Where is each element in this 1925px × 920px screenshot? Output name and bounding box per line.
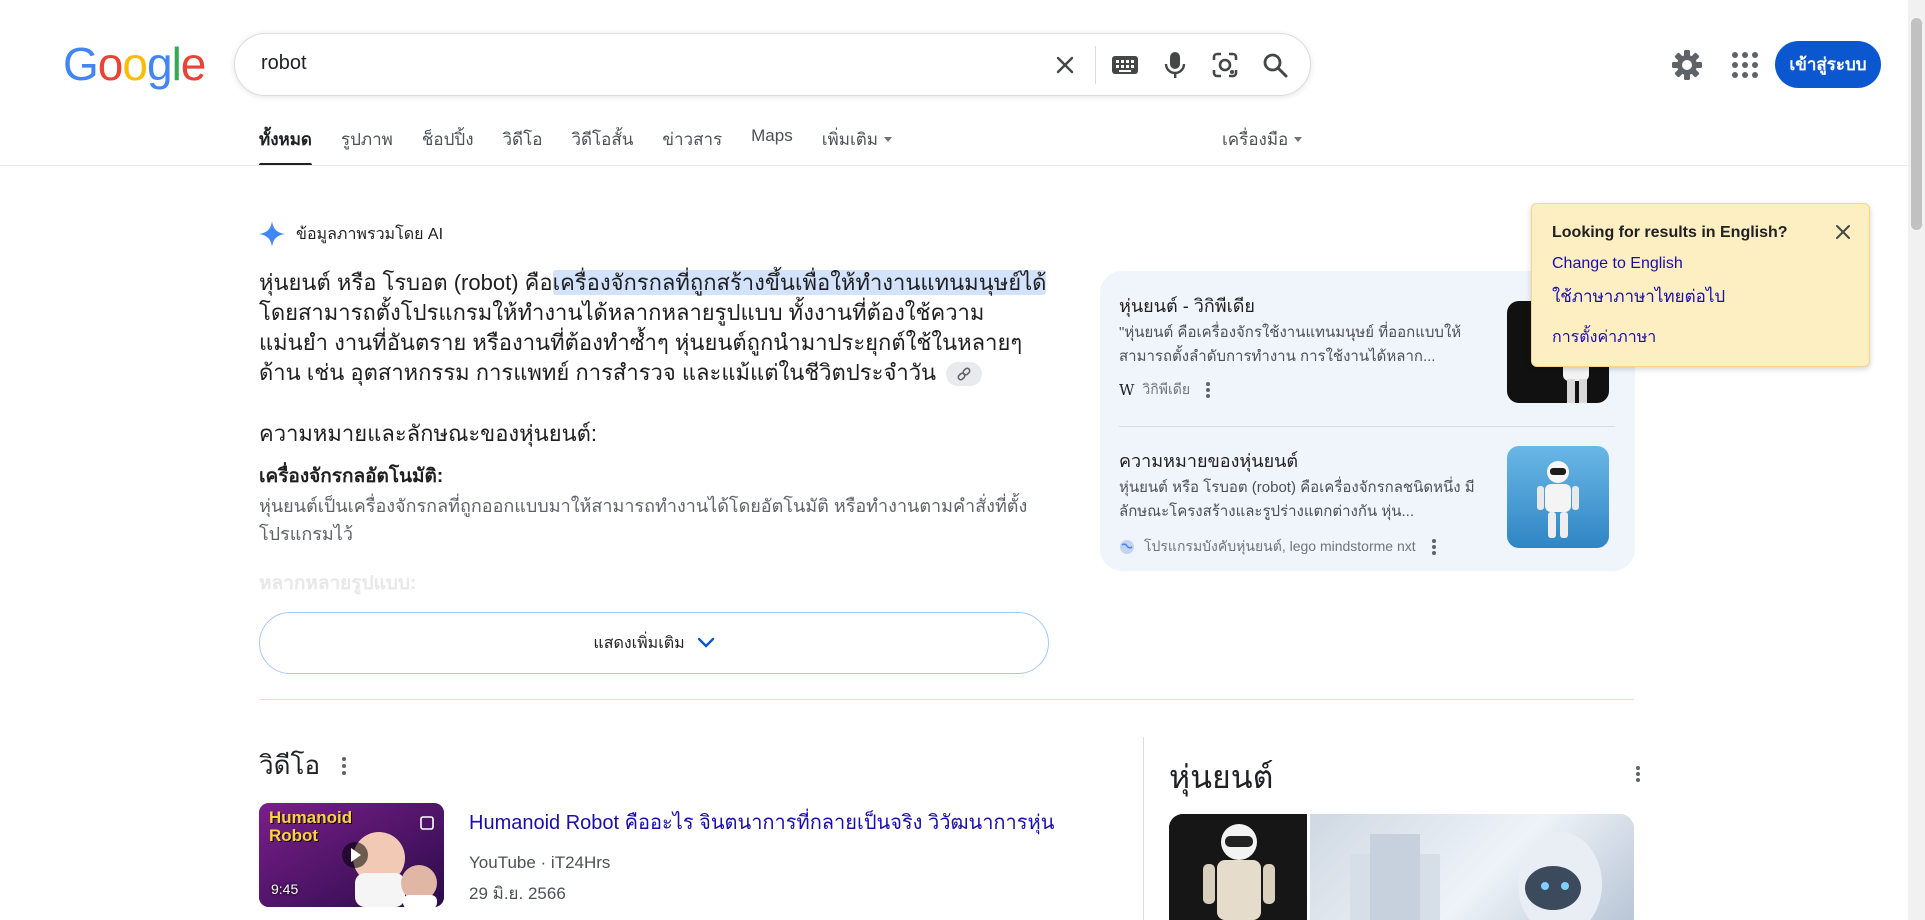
tab-all[interactable]: ทั้งหมด [259, 126, 312, 166]
knowledge-panel-image[interactable] [1169, 814, 1307, 920]
settings-gear-icon[interactable] [1670, 48, 1704, 82]
close-icon[interactable] [1833, 222, 1853, 242]
source-thumbnail[interactable] [1507, 446, 1609, 548]
video-thumb-text: Humanoid Robot [269, 808, 353, 845]
wikipedia-w-icon: W [1119, 381, 1135, 399]
clear-icon[interactable] [1049, 49, 1081, 81]
video-source: YouTube · iT24Hrs [469, 853, 611, 872]
source-link-chip[interactable] [946, 362, 983, 387]
more-options-icon[interactable] [1206, 382, 1211, 398]
tab-more[interactable]: เพิ่มเติม [822, 126, 892, 166]
more-options-icon[interactable] [1431, 539, 1436, 555]
tab-news[interactable]: ข่าวสาร [662, 126, 722, 166]
ai-para-highlight[interactable]: เครื่องจักรกลที่ถูกสร้างขึ้นเพื่อให้ทำงา… [552, 270, 1047, 295]
more-options-icon[interactable] [342, 756, 347, 775]
ai-bold-item: เครื่องจักรกลอัตโนมัติ: [259, 466, 444, 487]
language-popup-title: Looking for results in English? [1552, 224, 1788, 241]
header-divider [0, 165, 1925, 166]
logo-letter: o [122, 38, 148, 90]
video-title-link[interactable]: Humanoid Robot คืออะไร จินตนาการที่กลายเ… [469, 806, 1059, 838]
caret-down-icon [1294, 136, 1303, 142]
language-suggestion-popup: Looking for results in English? Change t… [1531, 203, 1870, 367]
source-site: โปรแกรมบังคับหุ่นยนต์, lego mindstorme n… [1144, 538, 1416, 554]
tab-maps[interactable]: Maps [751, 126, 793, 166]
search-box[interactable]: robot [234, 33, 1311, 96]
ai-para-rest: โดยสามารถตั้งโปรแกรมให้ทำงานได้หลากหลายร… [259, 300, 1023, 385]
column-divider [1143, 737, 1144, 920]
ai-overview-label: ข้อมูลภาพรวมโดย AI [259, 221, 443, 247]
search-input[interactable]: robot [261, 52, 307, 75]
ai-overview-paragraph: หุ่นยนต์ หรือ โรบอต (robot) คือเครื่องจั… [259, 268, 1049, 388]
keep-thai-link[interactable]: ใช้ภาษาภาษาไทยต่อไป [1552, 283, 1725, 310]
ai-para-intro: หุ่นยนต์ หรือ โรบอต (robot) คือ [259, 270, 553, 295]
section-divider [259, 699, 1634, 700]
apps-grid-icon[interactable] [1730, 50, 1760, 80]
keyboard-icon[interactable] [1109, 49, 1141, 81]
globe-icon [1120, 540, 1134, 554]
change-to-english-link[interactable]: Change to English [1552, 255, 1683, 273]
tab-more-label: เพิ่มเติม [821, 130, 878, 149]
search-icon[interactable] [1259, 49, 1291, 81]
tab-short-videos[interactable]: วิดีโอสั้น [571, 126, 633, 166]
ai-sparkle-icon [259, 221, 285, 247]
sign-in-button[interactable]: เข้าสู่ระบบ [1775, 41, 1881, 88]
lens-camera-icon[interactable] [1209, 49, 1241, 81]
video-date: 29 มิ.ย. 2566 [469, 884, 566, 903]
knowledge-panel-image[interactable] [1310, 814, 1634, 920]
logo-letter: e [180, 38, 207, 90]
knowledge-panel-title: หุ่นยนต์ [1169, 759, 1274, 795]
search-tabs: ทั้งหมด รูปภาพ ช็อปปิ้ง วิดีโอ วิดีโอสั้… [259, 126, 921, 166]
logo-letter: o [97, 38, 124, 90]
page-scrollbar[interactable] [1908, 0, 1925, 920]
video-duration: 9:45 [271, 881, 299, 897]
show-more-label: แสดงเพิ่มเติม [593, 634, 685, 652]
videos-section-heading: วิดีโอ [259, 745, 347, 786]
source-meta: โปรแกรมบังคับหุ่นยนต์, lego mindstorme n… [1119, 536, 1436, 558]
scrollbar-thumb[interactable] [1911, 18, 1922, 230]
ai-subheading: ความหมายและลักษณะของหุ่นยนต์: [259, 421, 598, 446]
microphone-icon[interactable] [1159, 49, 1191, 81]
ai-faded-item: หลากหลายรูปแบบ: [259, 573, 417, 594]
source-snippet: หุ่นยนต์ หรือ โรบอต (robot) คือเครื่องจั… [1119, 479, 1475, 520]
more-options-icon[interactable] [1636, 766, 1640, 782]
google-logo[interactable]: Google [63, 38, 207, 90]
tools-label: เครื่องมือ [1222, 130, 1289, 149]
tab-videos[interactable]: วิดีโอ [503, 126, 543, 166]
search-divider [1095, 46, 1096, 84]
logo-letter: l [171, 38, 182, 90]
ai-overview-label-text: ข้อมูลภาพรวมโดย AI [296, 225, 444, 243]
videos-heading-text: วิดีโอ [259, 750, 321, 780]
tools-button[interactable]: เครื่องมือ [1222, 126, 1303, 153]
source-site: วิกิพีเดีย [1142, 381, 1191, 397]
ai-bold-description: หุ่นยนต์เป็นเครื่องจักรกลที่ถูกออกแบบมาใ… [259, 496, 1028, 544]
caret-down-icon [884, 136, 892, 142]
source-separator [1119, 426, 1615, 427]
logo-letter: g [146, 38, 173, 90]
tab-images[interactable]: รูปภาพ [341, 126, 393, 166]
video-thumbnail[interactable]: Humanoid Robot 9:45 [259, 803, 444, 907]
source-meta: W วิกิพีเดีย [1119, 379, 1211, 401]
show-more-button[interactable]: แสดงเพิ่มเติม [259, 612, 1049, 674]
link-icon [957, 367, 971, 381]
source-item[interactable]: ความหมายของหุ่นยนต์ หุ่นยนต์ หรือ โรบอต … [1119, 446, 1609, 556]
source-snippet: "หุ่นยนต์ คือเครื่องจักรใช้งานแทนมนุษย์ … [1119, 324, 1462, 365]
tab-shopping[interactable]: ช็อปปิ้ง [422, 126, 474, 166]
chevron-down-icon [697, 637, 714, 648]
logo-letter: G [63, 38, 99, 90]
language-settings-link[interactable]: การตั้งค่าภาษา [1552, 325, 1656, 350]
